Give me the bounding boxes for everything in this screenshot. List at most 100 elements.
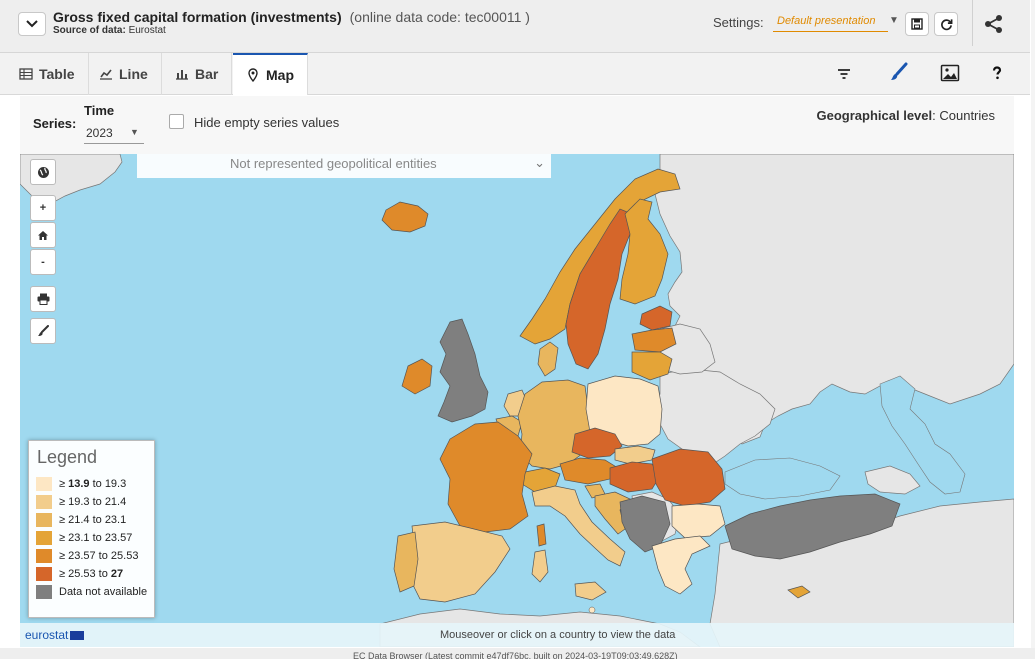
map-hint: Mouseover or click on a country to view … [440,629,676,641]
country-hungary[interactable] [609,461,661,493]
country-portugal[interactable] [393,531,419,593]
country-uk[interactable] [437,318,489,423]
not-represented-dropdown[interactable]: Not represented geopolitical entities ⌄ [137,154,551,178]
header-divider [972,0,973,46]
legend-label: ≥ 21.4 to 23.1 [59,514,127,526]
geo-level-value: Countries [939,108,995,123]
source-label: Source of data: [53,25,126,36]
legend-swatch [36,585,52,599]
legend-swatch [36,513,52,527]
legend-swatch [36,477,52,491]
tab-table-label: Table [39,66,75,82]
scrollbar-edge[interactable] [1031,0,1035,648]
map-pin-icon [248,68,258,82]
globe-button[interactable] [30,159,56,185]
tab-table[interactable]: Table [6,53,89,95]
legend-label: ≥ 23.1 to 23.57 [59,532,133,544]
legend-label: ≥ 23.57 to 25.53 [59,550,139,562]
eurostat-logo: eurostat [25,628,85,642]
help-button[interactable] [987,63,1007,83]
zoom-out-button[interactable]: - [30,249,56,275]
home-icon [38,230,48,240]
customize-button[interactable] [889,62,909,82]
legend-item: ≥ 25.53 to 27 [36,567,123,581]
refresh-icon [940,18,952,30]
country-spain[interactable] [409,521,511,603]
dataset-code: (online data code: tec00011 ) [349,9,530,25]
legend-label: ≥ 25.53 to 27 [59,568,124,580]
country-denmark[interactable] [537,341,559,377]
country-iceland[interactable] [381,201,429,233]
choropleth-map[interactable]: Not represented geopolitical entities ⌄ … [20,154,1014,647]
country-caucasus[interactable] [864,465,921,495]
series-label: Series: [33,116,77,131]
country-malta[interactable] [588,606,596,614]
dataset-title: Gross fixed capital formation (investmen… [53,9,342,25]
tab-map[interactable]: Map [233,53,308,95]
dataset-title-line: Gross fixed capital formation (investmen… [53,9,530,25]
filter-button[interactable] [834,64,854,84]
eurostat-logo-text: eurostat [25,628,69,642]
tab-line[interactable]: Line [86,53,162,95]
line-chart-icon [100,69,112,80]
country-greece[interactable] [651,535,711,595]
country-sardinia[interactable] [531,549,549,583]
time-label: Time [84,103,115,118]
paintbrush-icon [891,62,908,80]
refresh-button[interactable] [934,12,958,36]
data-browser-app: Gross fixed capital formation (investmen… [0,0,1035,659]
settings-select[interactable]: Default presentation [773,12,888,32]
tab-bar[interactable]: Bar [162,53,233,95]
legend-item: ≥ 21.4 to 23.1 [36,513,126,527]
print-icon [37,293,49,305]
map-canvas[interactable] [20,154,1014,647]
style-button[interactable] [30,318,56,344]
view-tabbar: Table Line Bar Map [0,53,1030,95]
legend-label: ≥ 13.9 to 19.3 [59,478,127,490]
table-icon [19,68,33,80]
home-button[interactable] [30,222,56,248]
caret-down-icon[interactable]: ▼ [130,127,139,137]
print-button[interactable] [30,286,56,312]
chevron-down-icon [26,20,38,28]
legend-swatch [36,549,52,563]
legend-label: ≥ 19.3 to 21.4 [59,496,127,508]
save-icon [911,18,923,30]
legend-item: Data not available [36,585,147,599]
legend-label: Data not available [59,586,148,598]
save-button[interactable] [905,12,929,36]
bar-chart-icon [176,70,188,80]
legend-swatch [36,495,52,509]
country-corsica[interactable] [536,523,547,547]
collapse-button[interactable] [18,12,46,36]
country-sicily[interactable] [574,581,607,601]
country-slovakia[interactable] [614,445,656,465]
build-footer: EC Data Browser (Latest commit e47df76bc… [0,648,1035,659]
legend-item: ≥ 23.57 to 25.53 [36,549,138,563]
paintbrush-icon [38,325,49,336]
settings-label: Settings: [713,15,764,30]
black-sea [724,457,841,500]
country-france[interactable] [439,421,533,533]
source-value: Eurostat [128,25,166,36]
dataset-header: Gross fixed capital formation (investmen… [0,0,1030,53]
tab-bar-label: Bar [195,66,219,82]
country-ireland[interactable] [401,358,433,395]
hide-empty-checkbox[interactable] [169,114,184,129]
geo-level: Geographical level: Countries [816,108,995,123]
legend-title: Legend [37,447,98,467]
legend-item: ≥ 19.3 to 21.4 [36,495,126,509]
source-of-data: Source of data: Eurostat [53,25,166,36]
zoom-in-button[interactable]: + [30,195,56,221]
image-icon [940,64,960,82]
legend-swatch [36,567,52,581]
map-legend: Legend ≥ 13.9 to 19.3 ≥ 19.3 to 21.4 ≥ 2… [28,440,155,618]
download-image-button[interactable] [940,63,960,83]
country-austria[interactable] [559,457,619,485]
caret-down-icon[interactable]: ▼ [889,15,899,26]
series-selector-row: Series: Time 2023 ▼ Hide empty series va… [20,96,1014,154]
country-estonia[interactable] [639,305,673,331]
eu-flag-icon [70,630,85,640]
share-icon[interactable] [983,13,1005,35]
country-bulgaria[interactable] [671,503,726,539]
